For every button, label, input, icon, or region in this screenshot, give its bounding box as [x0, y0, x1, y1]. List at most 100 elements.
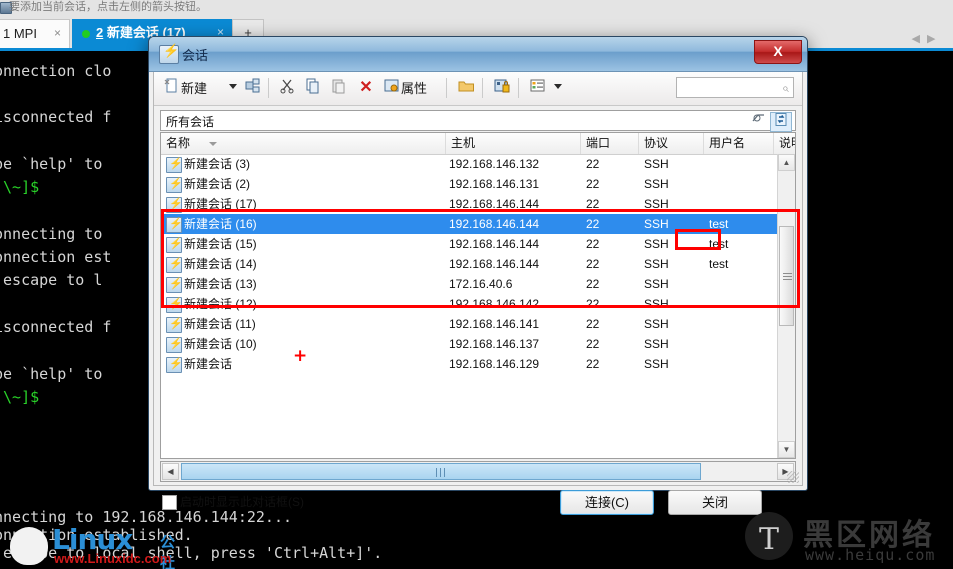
session-protocol: SSH [644, 317, 669, 331]
terminal-line: onnection est [0, 248, 112, 266]
search-input[interactable]: ⌕ [676, 77, 794, 98]
show-on-startup-checkbox[interactable] [162, 495, 177, 510]
terminal-line: pe `help' to [0, 155, 103, 173]
screen-root: onnection clo isconnected f pe `help' to… [0, 0, 953, 569]
session-item-icon [166, 334, 183, 354]
session-port: 22 [586, 317, 600, 331]
tab-mpi-label: 1 MPI [3, 26, 37, 41]
session-name: 新建会话 (2) [184, 177, 251, 191]
tab-scroll-left-icon[interactable]: ◀ [912, 33, 927, 45]
table-row[interactable]: 新建会话 (3) 192.168.146.132 22 SSH [161, 154, 795, 174]
tab-scroll-arrows[interactable]: ◀▶ [905, 31, 949, 47]
session-username [709, 174, 779, 194]
annotation-plus-marker: + [293, 346, 308, 366]
table-row[interactable]: 新建会话 (2) 192.168.146.131 22 SSH [161, 174, 795, 194]
terminal-line: isconnected f [0, 318, 112, 336]
heiqu-logo-icon: T [745, 512, 793, 560]
new-session-dropdown-caret-icon[interactable] [229, 84, 237, 89]
tab-scroll-right-icon[interactable]: ▶ [927, 33, 942, 45]
horizontal-scroll-thumb[interactable] [181, 463, 701, 480]
terminal-line: onnecting to [0, 225, 103, 243]
session-list-header: 名称 主机 端口 协议 用户名 说明 [161, 133, 795, 155]
scissors-icon[interactable] [278, 78, 298, 98]
column-header-port[interactable]: 端口 [581, 133, 639, 154]
terminal-prompt: :\~]$ [0, 178, 40, 196]
session-username [709, 154, 779, 174]
penguin-icon [10, 527, 48, 565]
heiqu-url: www.heiqu.com [805, 546, 936, 564]
red-x-icon[interactable]: ✕ [356, 78, 376, 98]
table-row[interactable]: 新建会话 (11) 192.168.146.141 22 SSH [161, 314, 795, 334]
column-header-protocol[interactable]: 协议 [639, 133, 704, 154]
paste-icon[interactable] [330, 78, 350, 98]
terminal-line: escape to l [0, 271, 103, 289]
properties-icon[interactable] [382, 78, 402, 98]
session-protocol: SSH [644, 337, 669, 351]
view-list-icon[interactable] [528, 78, 548, 98]
session-name: 新建会话 (11) [184, 317, 256, 331]
search-icon: ⌕ [782, 81, 789, 95]
arrange-icon[interactable] [749, 112, 769, 130]
session-name: 新建会话 (3) [184, 157, 251, 171]
table-row[interactable]: 新建会话 (10) 192.168.146.137 22 SSH [161, 334, 795, 354]
column-header-name[interactable]: 名称 [161, 133, 446, 154]
tab-mpi[interactable]: 1 MPI × [0, 19, 70, 48]
dialog-title-bar[interactable]: 会话 X [149, 37, 807, 72]
session-name: 新建会话 (10) [184, 337, 257, 351]
tab-status-dot-icon [82, 29, 90, 38]
terminal-line: pe `help' to [0, 365, 103, 383]
scroll-left-arrow-icon[interactable]: ◀ [162, 463, 179, 480]
session-filter-label: 所有会话 [166, 115, 215, 129]
session-username [709, 334, 779, 354]
dialog-toolbar: 新建 ✕ 属性 ⌕ [154, 72, 802, 106]
scroll-up-arrow-icon[interactable]: ▲ [778, 154, 795, 171]
session-protocol: SSH [644, 177, 669, 191]
security-lock-icon[interactable] [492, 78, 512, 98]
session-username [709, 354, 779, 374]
session-item-icon [166, 154, 183, 174]
session-host: 192.168.146.132 [449, 157, 540, 171]
copy-icon[interactable] [304, 78, 324, 98]
linuxidc-watermark: Linux 公社 www.Linuxidc.com [8, 523, 188, 569]
save-session-icon[interactable] [243, 78, 263, 98]
session-host: 192.168.146.129 [449, 357, 540, 371]
table-row[interactable]: 新建会话 192.168.146.129 22 SSH [161, 354, 795, 374]
refresh-icon[interactable] [770, 112, 792, 132]
session-host: 192.168.146.141 [449, 317, 540, 331]
session-port: 22 [586, 357, 600, 371]
session-protocol: SSH [644, 157, 669, 171]
toolbar-separator [268, 78, 269, 98]
list-horizontal-scrollbar[interactable]: ◀ ▶ [160, 461, 796, 482]
terminal-line: nnecting to 192.168.146.144:22... [0, 508, 293, 526]
annotation-rectangle-username [675, 229, 721, 250]
session-item-icon [166, 174, 183, 194]
column-header-host[interactable]: 主机 [446, 133, 581, 154]
session-item-icon [166, 354, 183, 374]
session-port: 22 [586, 177, 600, 191]
toolbar-separator [518, 78, 519, 98]
folder-icon[interactable] [456, 78, 476, 98]
dialog-close-button[interactable]: X [754, 40, 802, 64]
session-item-icon [166, 314, 183, 334]
hint-text: 要添加当前会话，点击左侧的箭头按钮。 [9, 1, 207, 13]
session-protocol: SSH [644, 357, 669, 371]
properties-label[interactable]: 属性 [401, 76, 427, 101]
session-port: 22 [586, 337, 600, 351]
session-filter-bar[interactable]: 所有会话 [160, 110, 796, 132]
session-host: 192.168.146.131 [449, 177, 540, 191]
view-dropdown-caret-icon[interactable] [554, 84, 562, 89]
resize-grip-icon[interactable] [787, 471, 799, 483]
tab-mpi-close-icon[interactable]: × [54, 20, 61, 47]
scroll-down-arrow-icon[interactable]: ▼ [778, 441, 795, 458]
terminal-line: isconnected f [0, 108, 112, 126]
sort-indicator-icon [209, 142, 217, 146]
connect-button[interactable]: 连接(C) [560, 490, 654, 515]
column-header-description[interactable]: 说明 [774, 133, 795, 154]
new-session-label[interactable]: 新建 [181, 76, 207, 101]
toolbar-separator [482, 78, 483, 98]
column-header-username[interactable]: 用户名 [704, 133, 774, 154]
new-session-icon[interactable] [162, 78, 182, 98]
session-name: 新建会话 [184, 357, 233, 371]
terminal-prompt: :\~]$ [0, 388, 40, 406]
toolbar-separator [446, 78, 447, 98]
